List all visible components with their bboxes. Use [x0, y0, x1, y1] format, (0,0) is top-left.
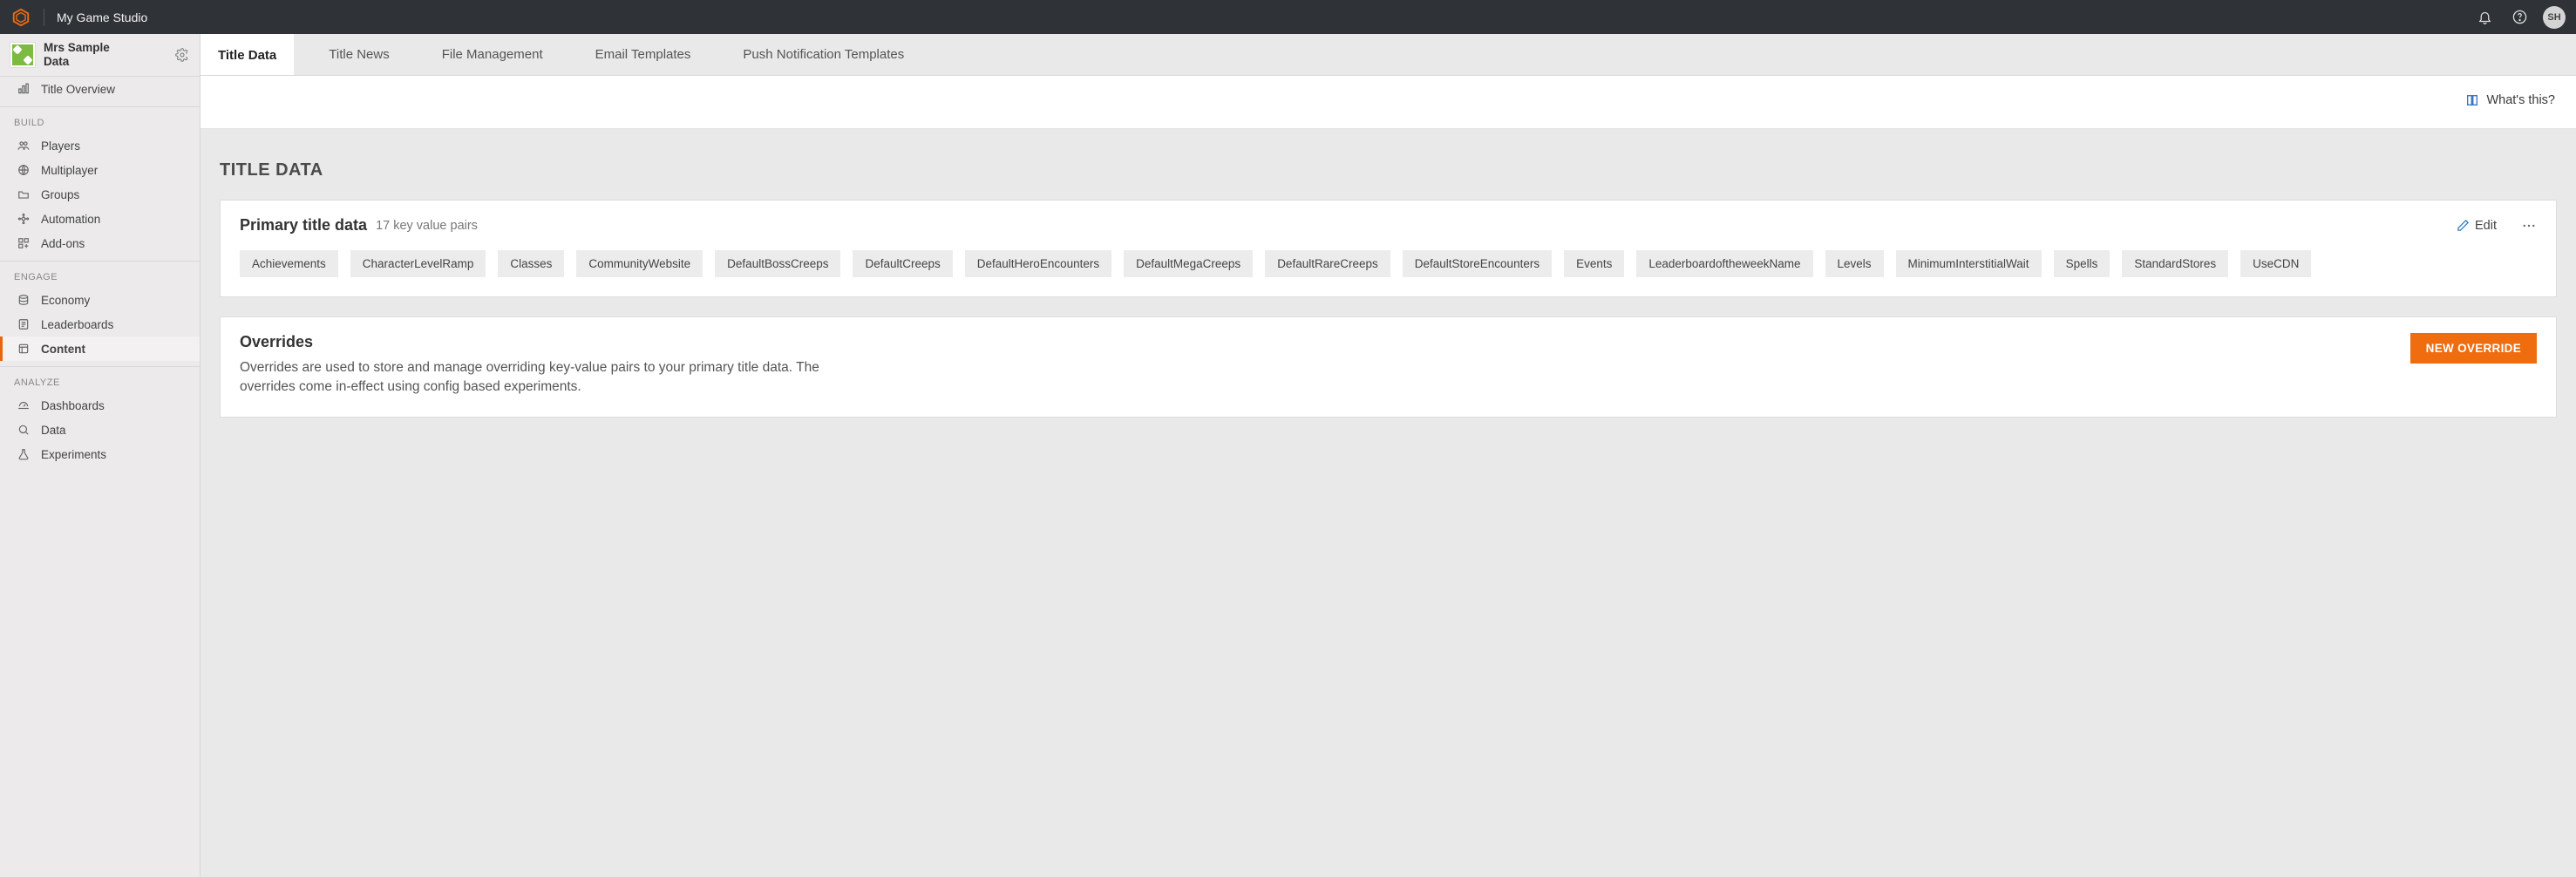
- key-chip[interactable]: UseCDN: [2240, 250, 2311, 277]
- content-icon: [17, 342, 31, 356]
- key-chip[interactable]: CommunityWebsite: [576, 250, 703, 277]
- key-chip[interactable]: DefaultCreeps: [853, 250, 952, 277]
- key-chip[interactable]: DefaultRareCreeps: [1265, 250, 1390, 277]
- sidebar-item-automation[interactable]: Automation: [0, 207, 200, 231]
- sidebar-item-groups[interactable]: Groups: [0, 182, 200, 207]
- folder-icon: [17, 187, 31, 201]
- bar-chart-icon: [17, 82, 31, 96]
- tab-title-news[interactable]: Title News: [311, 34, 406, 75]
- nav-label: Economy: [41, 294, 90, 307]
- nav-label: Experiments: [41, 448, 106, 461]
- key-chip[interactable]: DefaultMegaCreeps: [1124, 250, 1253, 277]
- main-content: Title Data Title News File Management Em…: [201, 34, 2576, 877]
- overrides-card: Overrides Overrides are used to store an…: [220, 316, 2557, 418]
- key-chip[interactable]: Events: [1564, 250, 1624, 277]
- tab-file-management[interactable]: File Management: [425, 34, 561, 75]
- tab-email-templates[interactable]: Email Templates: [578, 34, 709, 75]
- key-chip[interactable]: Classes: [498, 250, 564, 277]
- nav-label: Content: [41, 343, 85, 356]
- hexagon-logo-icon: [11, 8, 31, 27]
- sidebar-item-dashboards[interactable]: Dashboards: [0, 393, 200, 418]
- help-icon: [2512, 10, 2527, 24]
- globe-icon: [17, 163, 31, 177]
- help-button[interactable]: [2508, 6, 2531, 29]
- edit-label: Edit: [2475, 219, 2497, 233]
- sidebar-item-title-overview[interactable]: Title Overview: [0, 77, 200, 101]
- edit-button[interactable]: Edit: [2457, 219, 2497, 233]
- key-chip[interactable]: DefaultHeroEncounters: [965, 250, 1111, 277]
- nav-label: Data: [41, 424, 66, 437]
- sidebar-item-data[interactable]: Data: [0, 418, 200, 442]
- sidebar-item-players[interactable]: Players: [0, 133, 200, 158]
- section-title: TITLE DATA: [220, 160, 2557, 180]
- dashboard-icon: [17, 398, 31, 412]
- more-horizontal-icon: [2521, 218, 2537, 234]
- pencil-icon: [2457, 219, 2470, 232]
- sidebar-item-experiments[interactable]: Experiments: [0, 442, 200, 466]
- title-tile-icon: [10, 43, 35, 67]
- sidebar-item-multiplayer[interactable]: Multiplayer: [0, 158, 200, 182]
- nav-label: Title Overview: [41, 83, 115, 96]
- nav-label: Players: [41, 139, 80, 153]
- sidebar: Mrs SampleData Title Overview BUILD Play…: [0, 34, 201, 877]
- section-label-analyze: ANALYZE: [0, 367, 200, 393]
- studio-name[interactable]: My Game Studio: [57, 10, 147, 24]
- app-logo[interactable]: [10, 7, 31, 28]
- sidebar-item-economy[interactable]: Economy: [0, 288, 200, 312]
- primary-title-data-count: 17 key value pairs: [376, 219, 478, 233]
- nav-label: Dashboards: [41, 399, 105, 412]
- whats-this-label: What's this?: [2486, 93, 2555, 107]
- title-selector[interactable]: Mrs SampleData: [0, 34, 200, 77]
- key-chip[interactable]: DefaultBossCreeps: [715, 250, 840, 277]
- economy-icon: [17, 293, 31, 307]
- key-chip[interactable]: Achievements: [240, 250, 338, 277]
- tab-push-notification-templates[interactable]: Push Notification Templates: [725, 34, 921, 75]
- nav-label: Automation: [41, 213, 100, 226]
- key-chip[interactable]: Levels: [1825, 250, 1884, 277]
- flask-icon: [17, 447, 31, 461]
- more-actions-button[interactable]: [2521, 218, 2537, 234]
- gear-icon: [175, 48, 189, 62]
- overrides-description: Overrides are used to store and manage o…: [240, 358, 867, 398]
- data-icon: [17, 423, 31, 437]
- overrides-heading: Overrides: [240, 333, 867, 351]
- section-label-engage: ENGAGE: [0, 262, 200, 288]
- primary-title-data-heading: Primary title data: [240, 216, 367, 235]
- sidebar-item-leaderboards[interactable]: Leaderboards: [0, 312, 200, 337]
- notifications-button[interactable]: [2473, 6, 2496, 29]
- key-chip[interactable]: MinimumInterstitialWait: [1896, 250, 2042, 277]
- tab-title-data[interactable]: Title Data: [201, 34, 294, 75]
- sidebar-item-content[interactable]: Content: [0, 337, 200, 361]
- key-chip[interactable]: StandardStores: [2122, 250, 2228, 277]
- helper-row: What's this?: [201, 76, 2576, 129]
- nav-label: Groups: [41, 188, 79, 201]
- automation-icon: [17, 212, 31, 226]
- whats-this-link[interactable]: What's this?: [2465, 93, 2555, 107]
- title-name: Mrs SampleData: [44, 41, 110, 69]
- key-chip[interactable]: Spells: [2054, 250, 2110, 277]
- sidebar-item-addons[interactable]: Add-ons: [0, 231, 200, 255]
- nav-label: Multiplayer: [41, 164, 98, 177]
- tabstrip: Title Data Title News File Management Em…: [201, 34, 2576, 76]
- key-chips-container: Achievements CharacterLevelRamp Classes Com…: [240, 250, 2537, 277]
- nav-label: Leaderboards: [41, 318, 113, 331]
- players-icon: [17, 139, 31, 153]
- key-chip[interactable]: LeaderboardoftheweekName: [1636, 250, 1812, 277]
- bell-icon: [2477, 10, 2492, 24]
- key-chip[interactable]: DefaultStoreEncounters: [1403, 250, 1552, 277]
- title-settings-button[interactable]: [175, 48, 189, 62]
- user-avatar[interactable]: SH: [2543, 6, 2566, 29]
- leaderboard-icon: [17, 317, 31, 331]
- nav-label: Add-ons: [41, 237, 85, 250]
- section-label-build: BUILD: [0, 107, 200, 133]
- new-override-button[interactable]: NEW OVERRIDE: [2410, 333, 2537, 364]
- primary-title-data-card: Primary title data 17 key value pairs Ed…: [220, 200, 2557, 297]
- addons-icon: [17, 236, 31, 250]
- book-icon: [2465, 93, 2479, 107]
- key-chip[interactable]: CharacterLevelRamp: [350, 250, 486, 277]
- topbar: My Game Studio SH: [0, 0, 2576, 34]
